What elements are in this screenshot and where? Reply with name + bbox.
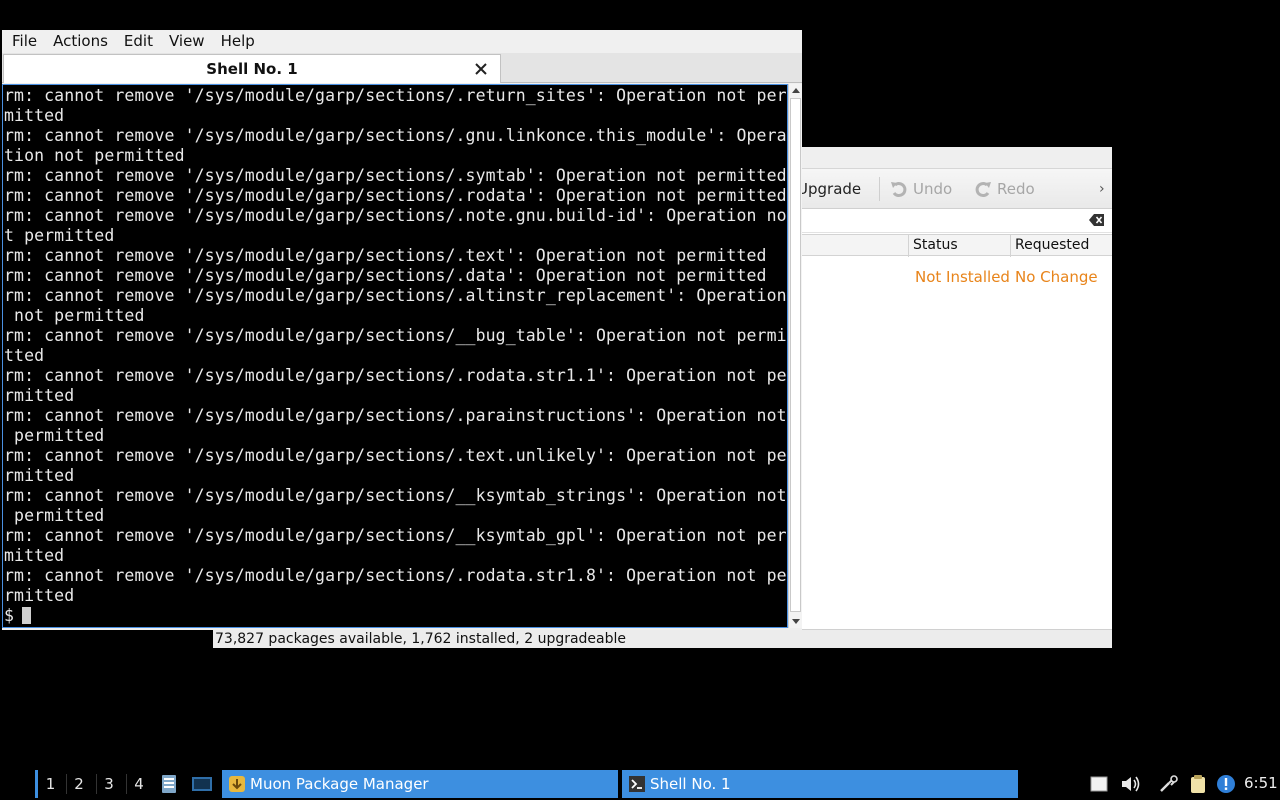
redo-label: Redo	[997, 180, 1035, 198]
terminal-line: mitted	[4, 106, 65, 125]
clock: 6:51	[1244, 774, 1278, 792]
package-requested: No Change	[1015, 268, 1098, 286]
tab-bar: Shell No. 1	[2, 53, 802, 83]
redo-icon	[975, 182, 991, 198]
terminal-line: rm: cannot remove '/sys/module/garp/sect…	[4, 206, 787, 225]
terminal-line: tion not permitted	[4, 146, 185, 165]
terminal-line: rmitted	[4, 386, 75, 405]
column-status[interactable]: Status	[908, 235, 1010, 257]
task-shell[interactable]: Shell No. 1	[622, 770, 1018, 798]
terminal-line: rm: cannot remove '/sys/module/garp/sect…	[4, 126, 787, 145]
terminal-output[interactable]: rm: cannot remove '/sys/module/garp/sect…	[2, 84, 788, 628]
terminal-line: permitted	[4, 506, 105, 525]
toolbar-overflow-button[interactable]: ›	[1099, 169, 1105, 209]
task-label: Shell No. 1	[650, 775, 731, 793]
update-notifier-icon[interactable]	[1216, 774, 1236, 794]
task-label: Muon Package Manager	[250, 775, 429, 793]
terminal-text: rm: cannot remove '/sys/module/garp/sect…	[4, 86, 787, 626]
terminal-line: rm: cannot remove '/sys/module/garp/sect…	[4, 186, 787, 205]
package-status: Not Installed	[915, 268, 1010, 286]
muon-app-icon	[229, 776, 245, 792]
scroll-down-icon[interactable]	[791, 616, 801, 626]
terminal-line: mitted	[4, 546, 65, 565]
terminal-line: rm: cannot remove '/sys/module/garp/sect…	[4, 486, 787, 505]
terminal-line: not permitted	[4, 306, 145, 325]
text-cursor	[22, 607, 32, 624]
menu-edit[interactable]: Edit	[118, 30, 159, 53]
network-icon[interactable]	[1158, 774, 1180, 794]
terminal-line: rm: cannot remove '/sys/module/garp/sect…	[4, 366, 787, 385]
taskbar: 1 2 3 4 Muon Package Manager Shell No. 1	[0, 768, 1280, 800]
column-requested[interactable]: Requested	[1010, 235, 1112, 257]
desktop-1[interactable]: 1	[35, 770, 63, 798]
terminal-window: File Actions Edit View Help Shell No. 1 …	[2, 30, 802, 630]
terminal-prompt-line: $	[4, 606, 786, 626]
redo-button[interactable]: Redo	[973, 169, 1035, 209]
terminal-line: tted	[4, 346, 45, 365]
terminal-line: rmitted	[4, 466, 75, 485]
menu-bar: File Actions Edit View Help	[2, 30, 802, 53]
upgrade-button[interactable]: Upgrade	[797, 169, 861, 209]
terminal-line: t permitted	[4, 226, 115, 245]
toolbar-separator	[879, 177, 880, 201]
terminal-line: rm: cannot remove '/sys/module/garp/sect…	[4, 266, 767, 285]
notes-icon[interactable]	[1089, 774, 1109, 794]
terminal-app-icon	[629, 776, 645, 792]
terminal-line: rm: cannot remove '/sys/module/garp/sect…	[4, 86, 787, 105]
clear-text-icon[interactable]	[1089, 214, 1104, 226]
menu-actions[interactable]: Actions	[47, 30, 114, 53]
menu-file[interactable]: File	[6, 30, 43, 53]
clipboard-icon[interactable]	[1188, 774, 1208, 794]
terminal-scrollbar[interactable]	[788, 84, 802, 628]
volume-icon[interactable]	[1120, 774, 1142, 794]
undo-label: Undo	[913, 180, 953, 198]
menu-help[interactable]: Help	[215, 30, 261, 53]
terminal-line: rm: cannot remove '/sys/module/garp/sect…	[4, 446, 787, 465]
scroll-up-icon[interactable]	[791, 86, 801, 96]
undo-icon	[891, 182, 907, 198]
terminal-line: rm: cannot remove '/sys/module/garp/sect…	[4, 286, 787, 305]
desktop-2[interactable]: 2	[65, 770, 93, 798]
menu-view[interactable]: View	[163, 30, 211, 53]
file-manager-icon[interactable]	[160, 774, 178, 794]
muon-statusbar: 73,827 packages available, 1,762 install…	[213, 629, 1112, 648]
task-muon-package-manager[interactable]: Muon Package Manager	[222, 770, 618, 798]
terminal-line: rm: cannot remove '/sys/module/garp/sect…	[4, 526, 787, 545]
desktop-3[interactable]: 3	[95, 770, 123, 798]
terminal-line: rm: cannot remove '/sys/module/garp/sect…	[4, 566, 787, 585]
tab-title: Shell No. 1	[206, 60, 298, 78]
terminal-launcher-icon[interactable]	[191, 774, 213, 794]
scrollbar-thumb[interactable]	[790, 98, 801, 612]
tab-shell-1[interactable]: Shell No. 1	[3, 54, 501, 83]
terminal-line: rm: cannot remove '/sys/module/garp/sect…	[4, 166, 787, 185]
terminal-line: rm: cannot remove '/sys/module/garp/sect…	[4, 326, 787, 345]
shell-prompt: $	[4, 606, 15, 625]
terminal-line: rm: cannot remove '/sys/module/garp/sect…	[4, 246, 767, 265]
terminal-line: rmitted	[4, 586, 75, 605]
terminal-line: permitted	[4, 426, 105, 445]
upgrade-label: Upgrade	[797, 180, 862, 198]
terminal-line: rm: cannot remove '/sys/module/garp/sect…	[4, 406, 787, 425]
desktop-4[interactable]: 4	[125, 770, 153, 798]
close-icon[interactable]	[474, 62, 488, 76]
undo-button[interactable]: Undo	[889, 169, 952, 209]
